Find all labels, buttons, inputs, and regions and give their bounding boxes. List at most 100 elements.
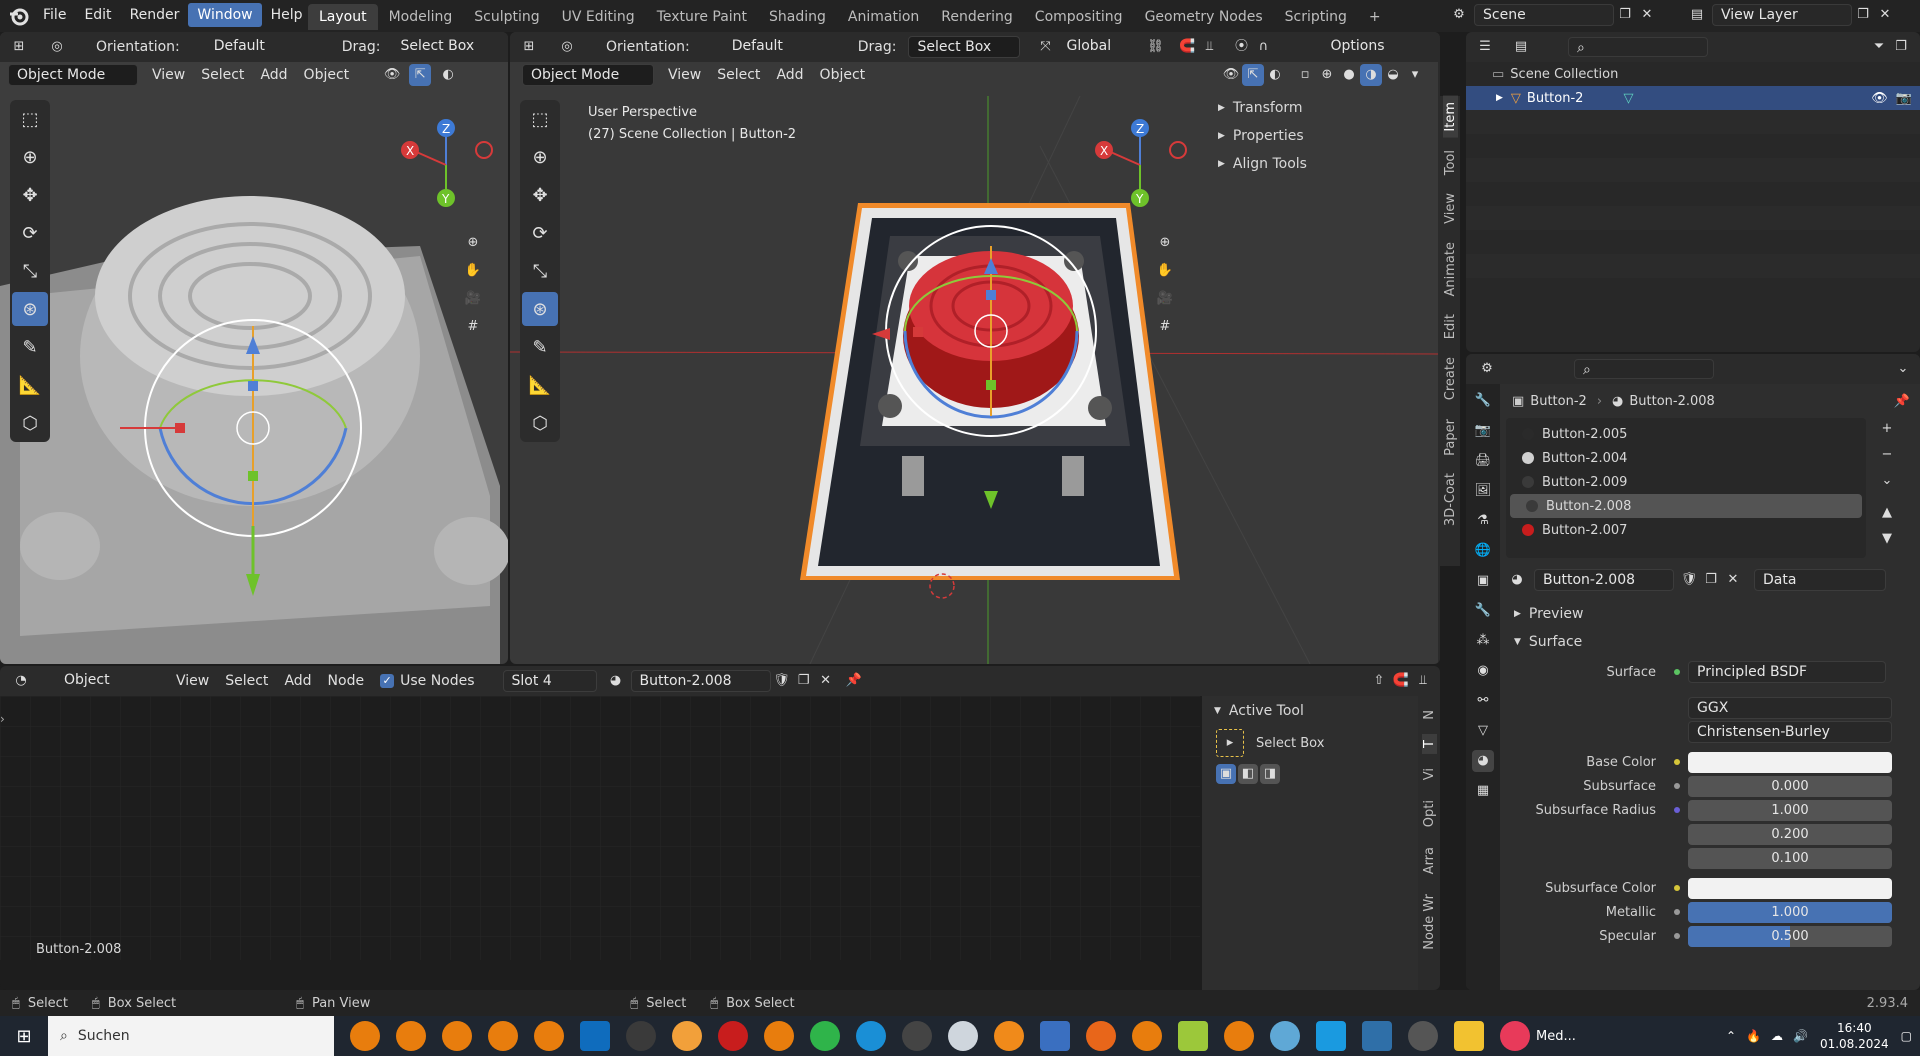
slot-item[interactable]: Button-2.009: [1506, 470, 1866, 494]
app-red-icon[interactable]: [718, 1021, 748, 1051]
constraints-tab-icon[interactable]: ⚯: [1472, 690, 1494, 712]
mode-extend-icon[interactable]: ◧: [1238, 764, 1258, 784]
tool-tab-icon[interactable]: 🔧: [1472, 390, 1494, 412]
add-workspace-icon[interactable]: +: [1358, 4, 1392, 30]
panel-align-tools[interactable]: ▶ Align Tools: [1210, 150, 1410, 178]
measure-icon[interactable]: 📐: [522, 368, 558, 402]
blender-app-icon[interactable]: [1224, 1021, 1254, 1051]
view-layer-field[interactable]: View Layer: [1712, 4, 1852, 26]
sidetab-edit[interactable]: Edit: [1443, 308, 1458, 345]
data-tab-icon[interactable]: ▽: [1472, 720, 1494, 742]
material-shading-icon[interactable]: ◑: [1360, 64, 1382, 86]
new-collection-icon[interactable]: ❐: [1890, 36, 1912, 58]
filter-icon[interactable]: ⏷: [1868, 36, 1890, 58]
display-mode-icon[interactable]: ▤: [1510, 36, 1532, 58]
volume-icon[interactable]: 🔊: [1793, 1029, 1808, 1043]
node-editor[interactable]: ◔ Object View Select Add Node ✓ Use Nodes…: [0, 666, 1440, 990]
view-layer-tab-icon[interactable]: 🖼: [1472, 480, 1494, 502]
mode-set-icon[interactable]: ▣: [1216, 764, 1236, 784]
outliner-editor-icon[interactable]: ☰: [1474, 36, 1496, 58]
scene-tab-icon[interactable]: ⚗: [1472, 510, 1494, 532]
transform-orientation-icon[interactable]: ⤧: [1034, 36, 1056, 58]
panel-preview[interactable]: ▶ Preview: [1506, 600, 1916, 628]
editor-type-icon[interactable]: ⊞: [8, 36, 30, 58]
menu-render[interactable]: Render: [121, 3, 189, 27]
shading-options-icon[interactable]: ▾: [1404, 64, 1426, 86]
cursor-icon[interactable]: ⊕: [522, 140, 558, 174]
measure-icon[interactable]: 📐: [12, 368, 48, 402]
render-camera-icon[interactable]: 📷: [1896, 91, 1912, 106]
unlink-material-icon[interactable]: ✕: [1722, 569, 1744, 591]
menu-window[interactable]: Window: [188, 3, 262, 27]
menu-select[interactable]: Select: [193, 67, 252, 83]
transform-icon[interactable]: ⊛: [12, 292, 48, 326]
navigation-gizmo[interactable]: Z X Y: [396, 110, 496, 220]
blender-app-icon[interactable]: [488, 1021, 518, 1051]
editor-type-icon[interactable]: ⊞: [518, 36, 540, 58]
snap-target-icon[interactable]: ⫫: [1412, 670, 1434, 692]
sidetab-node-wr[interactable]: Node Wr: [1422, 888, 1437, 956]
fake-user-icon[interactable]: 🛡: [1678, 569, 1700, 591]
gizmo-icon[interactable]: ⇱: [1242, 64, 1264, 86]
particles-tab-icon[interactable]: ⁂: [1472, 630, 1494, 652]
media-app[interactable]: Med...: [1500, 1021, 1576, 1051]
xray-icon[interactable]: ▫: [1294, 64, 1316, 86]
menu-view[interactable]: View: [168, 673, 217, 689]
material-name-field[interactable]: Button-2.008: [1534, 569, 1674, 591]
add-cube-icon[interactable]: ⬡: [522, 406, 558, 440]
menu-help[interactable]: Help: [262, 3, 312, 27]
snap-icon[interactable]: 🧲: [1390, 670, 1412, 692]
slot-specials-icon[interactable]: ⌄: [1876, 470, 1898, 492]
tab-geometry-nodes[interactable]: Geometry Nodes: [1134, 4, 1274, 30]
options-dropdown[interactable]: Options: [1322, 36, 1392, 58]
app-grey-icon[interactable]: [902, 1021, 932, 1051]
properties-editor-icon[interactable]: ⚙: [1476, 358, 1498, 380]
material-name-field[interactable]: Button-2.008: [630, 670, 771, 692]
pivot-icon[interactable]: ⛓: [1144, 36, 1166, 58]
blender-app-icon[interactable]: [764, 1021, 794, 1051]
add-cube-icon[interactable]: ⬡: [12, 406, 48, 440]
object-tab-icon[interactable]: ▣: [1472, 570, 1494, 592]
subsurface-field[interactable]: 0.000: [1688, 775, 1892, 797]
tab-scripting[interactable]: Scripting: [1274, 4, 1358, 30]
overlay-icon[interactable]: ◐: [437, 64, 459, 86]
app-cc-icon[interactable]: [1362, 1021, 1392, 1051]
menu-select[interactable]: Select: [217, 673, 276, 689]
left-viewport[interactable]: ⊞ ◎ Orientation: Default Drag: Select Bo…: [0, 32, 508, 664]
parent-node-tree-icon[interactable]: ⇧: [1368, 670, 1390, 692]
cursor-icon[interactable]: ⊕: [12, 140, 48, 174]
sidetab-vi[interactable]: Vi: [1422, 762, 1437, 786]
browse-material-icon[interactable]: ◕: [605, 670, 627, 692]
notifications-icon[interactable]: ▢: [1901, 1029, 1912, 1043]
save-app-icon[interactable]: [1040, 1021, 1070, 1051]
network-icon[interactable]: ☁: [1771, 1029, 1783, 1043]
browse-material-icon[interactable]: ◕: [1506, 569, 1528, 591]
remove-slot-icon[interactable]: −: [1876, 444, 1898, 466]
properties-search[interactable]: ⌕: [1574, 359, 1714, 379]
panel-properties[interactable]: ▶ Properties: [1210, 122, 1410, 150]
link-dropdown[interactable]: Data: [1754, 569, 1886, 591]
tab-modeling[interactable]: Modeling: [378, 4, 464, 30]
visibility-icon[interactable]: 👁: [381, 64, 403, 86]
move-icon[interactable]: ✥: [522, 178, 558, 212]
file-explorer-icon[interactable]: [1454, 1021, 1484, 1051]
add-slot-icon[interactable]: +: [1876, 418, 1898, 440]
transform-pivot-icon[interactable]: ◎: [556, 36, 578, 58]
zoom-icon[interactable]: ⊕: [462, 232, 484, 254]
outliner-search[interactable]: ⌕: [1568, 37, 1708, 57]
rendered-shading-icon[interactable]: ◒: [1382, 64, 1404, 86]
surface-shader-field[interactable]: Principled BSDF: [1688, 661, 1886, 683]
duplicate-material-icon[interactable]: ❐: [1700, 569, 1722, 591]
outliner-item-button-2[interactable]: ▶ ▽ Button-2 ▽ 👁 📷: [1466, 86, 1920, 110]
sidetab-t[interactable]: T: [1421, 733, 1437, 754]
slot-item-selected[interactable]: Button-2.008: [1510, 494, 1862, 518]
tab-shading[interactable]: Shading: [758, 4, 837, 30]
tab-layout[interactable]: Layout: [308, 4, 378, 30]
new-view-layer-icon[interactable]: ❐: [1852, 4, 1874, 26]
overlay-icon[interactable]: ◐: [1264, 64, 1286, 86]
move-slot-up-icon[interactable]: ▲: [1876, 502, 1898, 524]
scene-icon[interactable]: ⚙: [1448, 4, 1470, 26]
editor-type-icon[interactable]: ◔: [10, 670, 32, 692]
pin-icon[interactable]: 📌: [1894, 394, 1910, 409]
subsurface-color-swatch[interactable]: [1688, 877, 1892, 899]
